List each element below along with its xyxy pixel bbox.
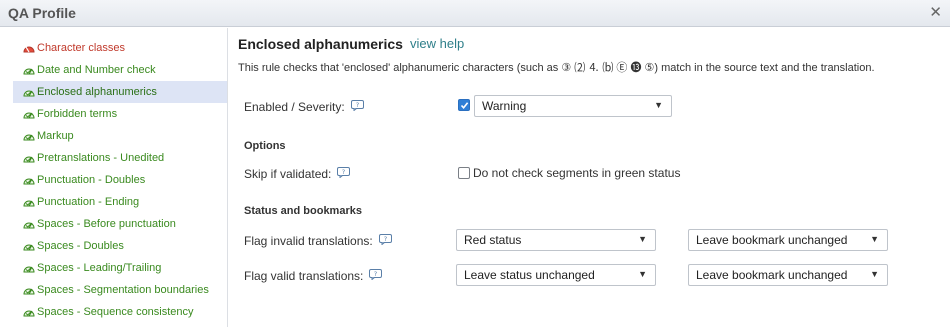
chevron-down-icon: ▼ bbox=[638, 234, 647, 244]
view-help-link[interactable]: view help bbox=[410, 36, 464, 51]
ok-gauge-icon bbox=[23, 263, 35, 273]
error-gauge-icon bbox=[23, 43, 35, 53]
ok-gauge-icon bbox=[23, 65, 35, 75]
window-title: QA Profile bbox=[8, 5, 76, 21]
svg-text:?: ? bbox=[374, 270, 377, 278]
sidebar-item-label: Spaces - Segmentation boundaries bbox=[37, 284, 209, 296]
sidebar-item-label: Spaces - Sequence consistency bbox=[37, 306, 194, 318]
ok-gauge-icon bbox=[23, 241, 35, 251]
sidebar-item[interactable]: Forbidden terms bbox=[13, 103, 227, 125]
sidebar-item[interactable]: Punctuation - Doubles bbox=[13, 169, 227, 191]
enabled-checkbox[interactable] bbox=[458, 99, 470, 111]
ok-gauge-icon bbox=[23, 307, 35, 317]
flag-invalid-label: Flag invalid translations: bbox=[244, 234, 373, 248]
valid-bookmark-value: Leave bookmark unchanged bbox=[696, 268, 848, 282]
sidebar-item-label: Spaces - Doubles bbox=[37, 240, 124, 252]
sidebar-item[interactable]: Markup bbox=[13, 125, 227, 147]
sidebar-item[interactable]: Enclosed alphanumerics bbox=[13, 81, 227, 103]
sidebar-item-label: Spaces - Leading/Trailing bbox=[37, 262, 162, 274]
skip-validated-checkbox[interactable] bbox=[458, 167, 470, 179]
sidebar-item[interactable]: Spaces - Sequence consistency bbox=[13, 301, 227, 323]
invalid-status-value: Red status bbox=[464, 233, 522, 247]
sidebar-item-label: Pretranslations - Unedited bbox=[37, 152, 165, 164]
sidebar-item[interactable]: Character classes bbox=[13, 37, 227, 59]
chevron-down-icon: ▼ bbox=[870, 269, 879, 279]
rules-sidebar: Character classes Date and Number check En… bbox=[0, 28, 228, 327]
options-heading: Options bbox=[244, 140, 286, 152]
status-bookmarks-heading: Status and bookmarks bbox=[244, 205, 362, 217]
sidebar-item-label: Forbidden terms bbox=[37, 108, 118, 120]
sidebar-item[interactable]: Punctuation - Ending bbox=[13, 191, 227, 213]
invalid-bookmark-value: Leave bookmark unchanged bbox=[696, 233, 848, 247]
invalid-status-select[interactable]: Red status ▼ bbox=[456, 229, 656, 251]
ok-gauge-icon bbox=[23, 153, 35, 163]
svg-text:?: ? bbox=[356, 101, 359, 109]
sidebar-item-label: Character classes bbox=[37, 42, 126, 54]
title-bar: QA Profile ✕ bbox=[0, 0, 950, 27]
sidebar-item[interactable]: Spaces - Leading/Trailing bbox=[13, 257, 227, 279]
ok-gauge-icon bbox=[23, 87, 35, 97]
severity-value: Warning bbox=[482, 99, 527, 113]
invalid-bookmark-select[interactable]: Leave bookmark unchanged ▼ bbox=[688, 229, 888, 251]
sidebar-item-label: Enclosed alphanumerics bbox=[37, 86, 157, 98]
chevron-down-icon: ▼ bbox=[638, 269, 647, 279]
sidebar-item[interactable]: Spaces - Doubles bbox=[13, 235, 227, 257]
ok-gauge-icon bbox=[23, 175, 35, 185]
sidebar-item[interactable]: Date and Number check bbox=[13, 59, 227, 81]
valid-status-value: Leave status unchanged bbox=[464, 268, 595, 282]
sidebar-item[interactable]: Spaces - Segmentation boundaries bbox=[13, 279, 227, 301]
sidebar-item-label: Date and Number check bbox=[37, 64, 156, 76]
ok-gauge-icon bbox=[23, 219, 35, 229]
skip-validated-row: Skip if validated: ? bbox=[244, 166, 351, 181]
skip-validated-label: Skip if validated: bbox=[244, 167, 332, 181]
help-icon[interactable]: ? bbox=[350, 99, 364, 112]
severity-select[interactable]: Warning ▼ bbox=[474, 95, 672, 117]
enabled-severity-row: Enabled / Severity: ? bbox=[244, 99, 364, 114]
rule-detail-panel: Enclosed alphanumerics view help This ru… bbox=[229, 28, 950, 327]
ok-gauge-icon bbox=[23, 109, 35, 119]
skip-validated-checkbox-label[interactable]: Do not check segments in green status bbox=[473, 166, 680, 180]
enabled-severity-label: Enabled / Severity: bbox=[244, 100, 345, 114]
chevron-down-icon: ▼ bbox=[870, 234, 879, 244]
valid-status-select[interactable]: Leave status unchanged ▼ bbox=[456, 264, 656, 286]
sidebar-item-label: Punctuation - Ending bbox=[37, 196, 140, 208]
sidebar-item[interactable]: Spaces - Before punctuation bbox=[13, 213, 227, 235]
valid-bookmark-select[interactable]: Leave bookmark unchanged ▼ bbox=[688, 264, 888, 286]
svg-text:?: ? bbox=[342, 168, 345, 176]
flag-valid-row: Flag valid translations: ? bbox=[244, 268, 383, 283]
flag-valid-label: Flag valid translations: bbox=[244, 269, 364, 283]
rule-title: Enclosed alphanumerics bbox=[238, 36, 403, 52]
help-icon[interactable]: ? bbox=[378, 233, 392, 246]
sidebar-item-label: Punctuation - Doubles bbox=[37, 174, 146, 186]
help-icon[interactable]: ? bbox=[337, 166, 351, 179]
help-icon[interactable]: ? bbox=[369, 268, 383, 281]
sidebar-item-label: Markup bbox=[37, 130, 74, 142]
ok-gauge-icon bbox=[23, 197, 35, 207]
rule-description: This rule checks that 'enclosed' alphanu… bbox=[238, 62, 875, 74]
close-icon[interactable]: ✕ bbox=[929, 4, 942, 22]
ok-gauge-icon bbox=[23, 131, 35, 141]
chevron-down-icon: ▼ bbox=[654, 100, 663, 110]
sidebar-item[interactable]: Pretranslations - Unedited bbox=[13, 147, 227, 169]
flag-invalid-row: Flag invalid translations: ? bbox=[244, 233, 392, 248]
ok-gauge-icon bbox=[23, 285, 35, 295]
svg-text:?: ? bbox=[384, 235, 387, 243]
sidebar-item-label: Spaces - Before punctuation bbox=[37, 218, 176, 230]
